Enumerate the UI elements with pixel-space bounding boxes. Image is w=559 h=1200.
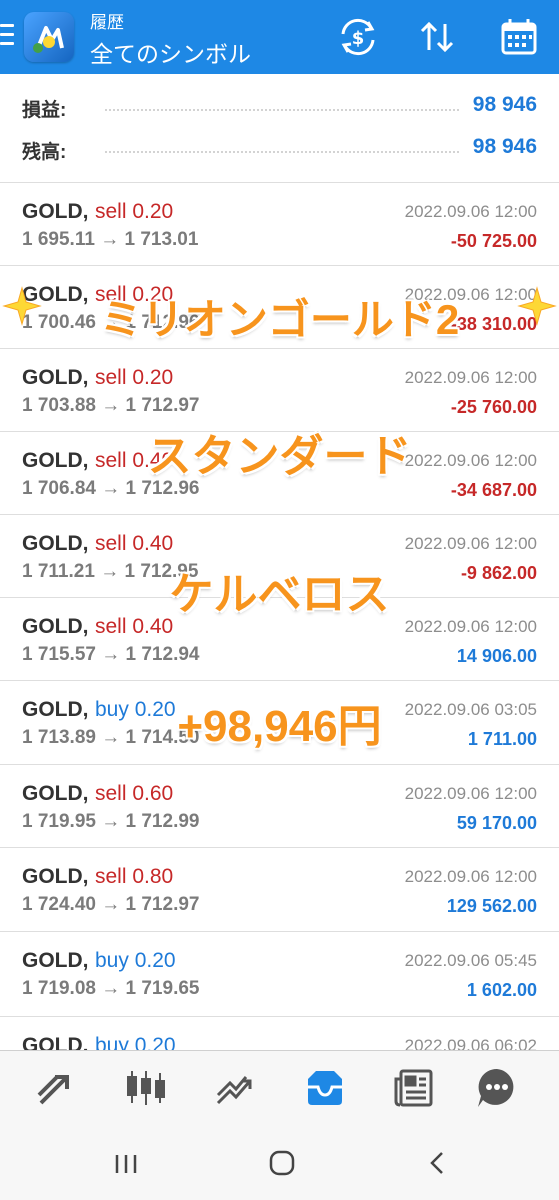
symbol-filter[interactable]: 全てのシンボル xyxy=(90,35,251,69)
trade-profit: -50 725.00 xyxy=(450,231,537,251)
app-logo xyxy=(24,12,74,62)
overlay-profit-total: +98,946円 xyxy=(177,702,382,751)
trade-row[interactable]: GOLD, sell 0.20 1 695.11 → 1 713.01 2022… xyxy=(0,182,559,265)
trade-symbol: GOLD, xyxy=(22,949,89,972)
trade-type: sell 0.40 xyxy=(95,532,174,555)
trade-type: sell 0.20 xyxy=(95,366,174,389)
trade-row[interactable]: GOLD, sell 0.60 1 719.95 → 1 712.99 2022… xyxy=(0,764,559,847)
trade-symbol: GOLD, xyxy=(22,532,89,555)
recent-apps-icon[interactable] xyxy=(106,1143,146,1183)
trade-symbol: GOLD, xyxy=(22,782,89,805)
top-app-bar: 履歴 全てのシンボル $ xyxy=(0,0,559,74)
trade-type: sell 0.60 xyxy=(95,782,174,805)
trade-row[interactable]: GOLD, sell 0.20 1 703.88 → 1 712.97 2022… xyxy=(0,348,559,431)
trade-prices: 1 695.11 → 1 713.01 xyxy=(22,229,199,250)
profit-value: 98 946 xyxy=(472,93,537,116)
news-icon[interactable] xyxy=(391,1065,437,1111)
summary-profit-row: 損益: 98 946 xyxy=(0,87,559,127)
leader-dots xyxy=(105,151,459,153)
calendar-icon[interactable] xyxy=(496,14,542,60)
trade-time: 2022.09.06 12:00 xyxy=(404,202,537,221)
trade-time: 2022.09.06 12:00 xyxy=(404,534,537,553)
trade-prices: 1 719.08 → 1 719.65 xyxy=(22,978,200,999)
quotes-icon[interactable] xyxy=(33,1065,79,1111)
trade-icon[interactable] xyxy=(212,1065,258,1111)
balance-value: 98 946 xyxy=(472,135,537,158)
chat-icon[interactable] xyxy=(474,1065,520,1111)
chart-icon[interactable] xyxy=(123,1065,169,1111)
system-navigation-bar xyxy=(0,1125,559,1200)
trade-type: sell 0.20 xyxy=(95,200,174,223)
summary-label: 残高: xyxy=(22,142,67,163)
trade-row[interactable]: GOLD, sell 0.80 1 724.40 → 1 712.97 2022… xyxy=(0,847,559,930)
overlay-product-name: ミリオンゴールド2 xyxy=(99,296,460,343)
trade-symbol: GOLD, xyxy=(22,200,89,223)
trade-time: 2022.09.06 05:45 xyxy=(404,951,537,970)
home-icon[interactable] xyxy=(262,1143,302,1183)
trade-profit: 59 170.00 xyxy=(456,813,537,833)
history-icon[interactable] xyxy=(302,1065,348,1111)
trade-time: 2022.09.06 12:00 xyxy=(404,368,537,387)
overlay-account-type: スタンダード xyxy=(147,432,412,481)
trade-profit: 1 602.00 xyxy=(466,980,537,1000)
trade-time: 2022.09.06 12:00 xyxy=(404,867,537,886)
trade-row[interactable]: GOLD, buy 0.20 1 719.08 → 1 719.65 2022.… xyxy=(0,931,559,1014)
svg-text:$: $ xyxy=(352,28,365,49)
trade-symbol: GOLD, xyxy=(22,865,89,888)
back-icon[interactable] xyxy=(418,1143,458,1183)
trade-type: sell 0.80 xyxy=(95,865,174,888)
trade-prices: 1 724.40 → 1 712.97 xyxy=(22,894,200,915)
trade-profit: -25 760.00 xyxy=(450,397,537,417)
trade-prices: 1 703.88 → 1 712.97 xyxy=(22,395,200,416)
trade-prices: 1 715.57 → 1 712.94 xyxy=(22,644,200,665)
trade-symbol: GOLD, xyxy=(22,366,89,389)
trade-profit: 14 906.00 xyxy=(456,646,537,666)
sort-icon[interactable] xyxy=(414,14,460,60)
trade-profit: 129 562.00 xyxy=(446,896,537,916)
bottom-navigation xyxy=(0,1050,559,1125)
trade-prices: 1 719.95 → 1 712.99 xyxy=(22,811,200,832)
leader-dots xyxy=(105,109,459,111)
summary-label: 損益: xyxy=(22,100,67,121)
trade-time: 2022.09.06 12:00 xyxy=(404,784,537,803)
trade-type: buy 0.20 xyxy=(95,949,176,972)
page-title: 履歴 xyxy=(90,13,124,32)
summary-balance-row: 残高: 98 946 xyxy=(0,129,559,169)
currency-exchange-icon[interactable]: $ xyxy=(335,14,381,60)
overlay-ea-name: ケルベロス xyxy=(169,570,390,619)
menu-icon[interactable] xyxy=(0,22,14,48)
